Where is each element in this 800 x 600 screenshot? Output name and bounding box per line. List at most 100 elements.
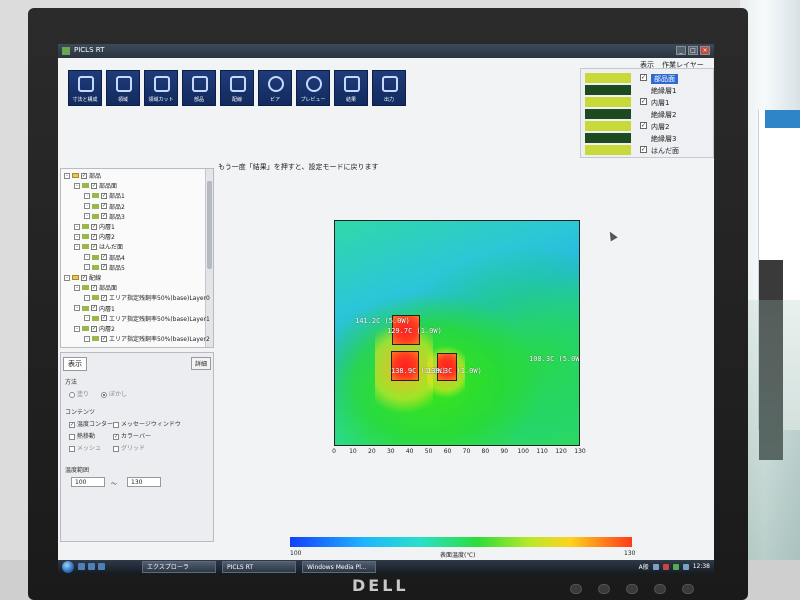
- tree-checkbox[interactable]: ✓: [91, 223, 97, 230]
- layer-checkbox[interactable]: ✓: [640, 74, 647, 81]
- layer-swatch: [585, 85, 631, 95]
- contents-checkbox[interactable]: メッシュ: [69, 443, 101, 452]
- tree-checkbox[interactable]: ✓: [91, 182, 97, 189]
- tree-item[interactable]: - ✓ 部品面: [74, 181, 117, 190]
- tree-item[interactable]: - ✓ 内層2: [74, 324, 115, 333]
- collapse-toggle-icon[interactable]: -: [64, 172, 70, 179]
- tree-item[interactable]: - ✓ 配線: [64, 273, 101, 282]
- tree-item[interactable]: · ✓ エリア指定残銅率50%(base)Layer2: [84, 334, 210, 343]
- tool-cut-button[interactable]: 領域カット: [144, 70, 178, 106]
- layer-checkbox[interactable]: ✓: [640, 98, 647, 105]
- tool-area-button[interactable]: 領域: [106, 70, 140, 106]
- tree-item[interactable]: · ✓ エリア指定残銅率50%(base)Layer1: [84, 314, 210, 323]
- temp-min-field[interactable]: 100: [71, 477, 105, 487]
- tree-checkbox[interactable]: ✓: [101, 213, 107, 220]
- show-desktop-icon[interactable]: [78, 563, 85, 570]
- tree-item[interactable]: · ✓ 部品4: [84, 253, 125, 262]
- tree-checkbox[interactable]: ✓: [91, 243, 97, 250]
- tray-icon[interactable]: [682, 563, 689, 570]
- tool-print-button[interactable]: 出力: [372, 70, 406, 106]
- collapse-toggle-icon[interactable]: -: [74, 223, 80, 230]
- tree-item[interactable]: · ✓ 部品5: [84, 263, 125, 272]
- tree-item[interactable]: · ✓ エリア指定残銅率50%(base)Layer0: [84, 293, 210, 302]
- layer-row[interactable]: ✓ 内層2: [585, 121, 711, 131]
- layer-row[interactable]: ✓ はんだ面: [585, 145, 711, 155]
- tree-checkbox[interactable]: ✓: [81, 172, 87, 179]
- power-button[interactable]: [682, 584, 694, 594]
- tree-item[interactable]: - ✓ 内層1: [74, 304, 115, 313]
- tree-item[interactable]: - ✓ 内層1: [74, 222, 115, 231]
- detail-button[interactable]: 詳細: [190, 357, 211, 370]
- ime-indicator[interactable]: A般: [639, 562, 649, 571]
- tree-checkbox[interactable]: ✓: [101, 335, 107, 342]
- tree-item[interactable]: - ✓ 部品: [64, 171, 101, 180]
- tool-result-button[interactable]: 結果: [334, 70, 368, 106]
- tree-checkbox[interactable]: ✓: [101, 254, 107, 261]
- taskbar-explorer[interactable]: エクスプローラ: [142, 561, 216, 573]
- tree-checkbox[interactable]: ✓: [101, 192, 107, 199]
- method-fill-radio[interactable]: 塗り: [69, 389, 89, 398]
- switch-window-icon[interactable]: [98, 563, 105, 570]
- layer-checkbox[interactable]: ✓: [640, 146, 647, 153]
- collapse-toggle-icon[interactable]: -: [74, 243, 80, 250]
- layer-checkbox[interactable]: ✓: [640, 122, 647, 129]
- tree-checkbox[interactable]: ✓: [101, 294, 107, 301]
- tool-preview-button[interactable]: プレビュー: [296, 70, 330, 106]
- tree-item[interactable]: · ✓ 部品3: [84, 212, 125, 221]
- monitor-button[interactable]: [570, 584, 582, 594]
- tree-checkbox[interactable]: ✓: [91, 325, 97, 332]
- contents-checkbox[interactable]: ✓ 温度コンター: [69, 419, 113, 428]
- contents-checkbox[interactable]: メッセージウィンドウ: [113, 419, 181, 428]
- start-button[interactable]: [62, 561, 74, 573]
- collapse-toggle-icon[interactable]: -: [74, 233, 80, 240]
- method-label: 方法: [65, 379, 78, 386]
- tree-checkbox[interactable]: ✓: [101, 203, 107, 210]
- contents-checkbox[interactable]: 熱移動: [69, 431, 95, 440]
- layer-row[interactable]: ✓ 部品面: [585, 73, 711, 84]
- tree-item[interactable]: · ✓ 部品1: [84, 191, 125, 200]
- tool-wiring-button[interactable]: 配線: [220, 70, 254, 106]
- tree-item[interactable]: - ✓ 内層2: [74, 232, 115, 241]
- collapse-toggle-icon[interactable]: -: [74, 325, 80, 332]
- close-button[interactable]: ×: [700, 46, 710, 55]
- monitor-button[interactable]: [598, 584, 610, 594]
- collapse-toggle-icon[interactable]: -: [74, 305, 80, 312]
- scroll-thumb[interactable]: [207, 181, 212, 269]
- tray-icon[interactable]: [652, 563, 659, 570]
- layer-row[interactable]: 絶縁層3: [585, 133, 711, 143]
- tool-dimensions-button[interactable]: 寸法と構成: [68, 70, 102, 106]
- monitor-button[interactable]: [654, 584, 666, 594]
- tray-icon[interactable]: [672, 563, 679, 570]
- monitor-button[interactable]: [626, 584, 638, 594]
- tree-checkbox[interactable]: ✓: [91, 284, 97, 291]
- layer-row[interactable]: 絶縁層2: [585, 109, 711, 119]
- collapse-toggle-icon[interactable]: -: [74, 284, 80, 291]
- maximize-button[interactable]: □: [688, 46, 698, 55]
- screen: PICLS RT _ □ × 寸法と構成 領域 領域カット 部品 配線 ビア プ…: [58, 44, 714, 574]
- tree-checkbox[interactable]: ✓: [81, 274, 87, 281]
- tool-component-button[interactable]: 部品: [182, 70, 216, 106]
- layer-row[interactable]: ✓ 内層1: [585, 97, 711, 107]
- method-blur-radio[interactable]: ぼかし: [101, 389, 127, 398]
- colorbar-min: 100: [290, 550, 302, 557]
- taskbar-media-player[interactable]: Windows Media Pl...: [302, 561, 376, 573]
- tree-checkbox[interactable]: ✓: [91, 233, 97, 240]
- tree-item[interactable]: - ✓ 部品面: [74, 283, 117, 292]
- tree-checkbox[interactable]: ✓: [91, 305, 97, 312]
- ie-icon[interactable]: [88, 563, 95, 570]
- layer-row[interactable]: 絶縁層1: [585, 85, 711, 95]
- contents-checkbox[interactable]: グリッド: [113, 443, 145, 452]
- temp-max-field[interactable]: 130: [127, 477, 161, 487]
- taskbar-picls[interactable]: PICLS RT: [222, 561, 296, 573]
- tab-display[interactable]: 表示: [63, 357, 87, 371]
- minimize-button[interactable]: _: [676, 46, 686, 55]
- collapse-toggle-icon[interactable]: -: [64, 274, 70, 281]
- collapse-toggle-icon[interactable]: -: [74, 182, 80, 189]
- contents-checkbox[interactable]: ✓ カラーバー: [113, 431, 151, 440]
- tree-checkbox[interactable]: ✓: [101, 315, 107, 322]
- tool-via-button[interactable]: ビア: [258, 70, 292, 106]
- tree-item[interactable]: · ✓ 部品2: [84, 202, 125, 211]
- tree-checkbox[interactable]: ✓: [101, 264, 107, 271]
- tray-icon[interactable]: [662, 563, 669, 570]
- tree-item[interactable]: - ✓ はんだ面: [74, 242, 123, 251]
